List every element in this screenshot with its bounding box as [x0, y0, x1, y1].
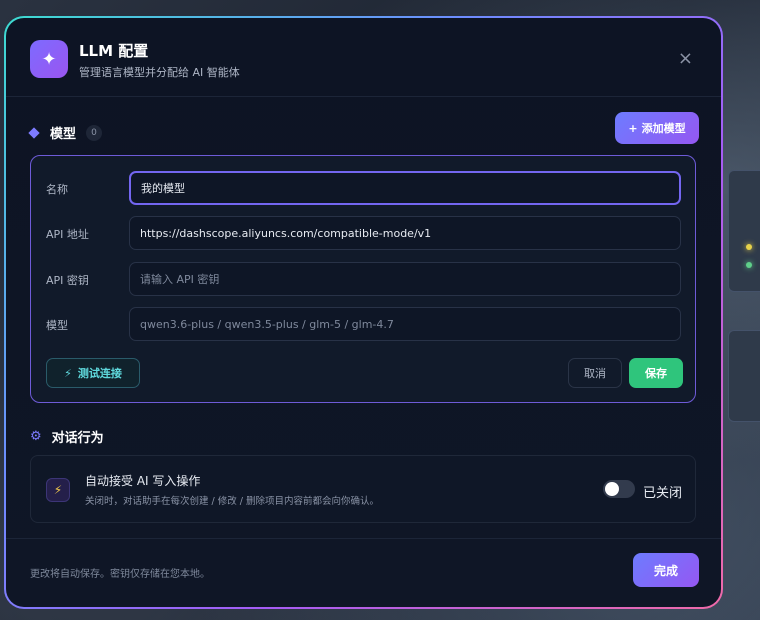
url-label: API 地址	[46, 228, 89, 241]
add-model-button[interactable]: + 添加模型	[615, 112, 699, 144]
auto-accept-description: 关闭时，对话助手在每次创建 / 修改 / 删除项目内容前都会向你确认。	[85, 496, 379, 507]
lightning-icon: ⚡	[64, 366, 72, 380]
dialog-header: ✦ LLM 配置 管理语言模型并分配给 AI 智能体 ×	[6, 18, 721, 97]
background-board	[728, 170, 760, 292]
background-led	[746, 244, 752, 250]
models-section-title: 模型	[50, 127, 77, 142]
llm-config-dialog: ✦ LLM 配置 管理语言模型并分配给 AI 智能体 × 模型 0 + 添加模型…	[6, 18, 721, 607]
auto-accept-setting: ⚡ 自动接受 AI 写入操作 关闭时，对话助手在每次创建 / 修改 / 删除项目…	[30, 455, 696, 523]
diamond-icon	[28, 126, 40, 139]
dialog-subtitle: 管理语言模型并分配给 AI 智能体	[79, 66, 240, 79]
model-row: 模型 qwen3.6-plus / qwen3.5-plus / glm-5 /…	[31, 307, 695, 341]
api-key-input[interactable]: 请输入 API 密钥	[129, 262, 681, 296]
behavior-section-header: ⚙ 对话行为	[30, 427, 104, 446]
dialog-title: LLM 配置	[79, 42, 149, 60]
url-row: API 地址 https://dashscope.aliyuncs.com/co…	[31, 216, 695, 250]
model-input[interactable]: qwen3.6-plus / qwen3.5-plus / glm-5 / gl…	[129, 307, 681, 341]
name-input[interactable]: 我的模型	[129, 171, 681, 205]
test-connection-button[interactable]: ⚡ 测试连接	[46, 358, 140, 388]
toggle-state-label: 已关闭	[643, 486, 683, 501]
autosave-note: 更改将自动保存。密钥仅存储在您本地。	[30, 569, 210, 580]
auto-accept-toggle[interactable]	[603, 480, 635, 498]
test-connection-label: 测试连接	[77, 367, 122, 380]
plus-icon: +	[628, 121, 638, 135]
name-row: 名称 我的模型	[31, 171, 695, 205]
models-count-badge: 0	[86, 124, 103, 141]
toggle-knob	[605, 482, 619, 496]
save-button[interactable]: 保存	[629, 358, 683, 388]
dialog-footer: 更改将自动保存。密钥仅存储在您本地。 完成	[6, 538, 721, 607]
key-row: API 密钥 请输入 API 密钥	[31, 262, 695, 296]
api-url-input[interactable]: https://dashscope.aliyuncs.com/compatibl…	[129, 216, 681, 250]
cancel-button[interactable]: 取消	[568, 358, 622, 388]
name-label: 名称	[46, 183, 68, 196]
model-label: 模型	[46, 319, 68, 332]
close-icon[interactable]: ×	[678, 48, 693, 69]
models-section-header: 模型 0	[28, 123, 103, 142]
key-label: API 密钥	[46, 274, 89, 287]
background-board	[728, 330, 760, 422]
done-button[interactable]: 完成	[633, 553, 699, 587]
auto-accept-title: 自动接受 AI 写入操作	[85, 474, 201, 488]
model-form-card: 名称 我的模型 API 地址 https://dashscope.aliyunc…	[30, 155, 696, 403]
behavior-section-title: 对话行为	[51, 431, 104, 446]
background-led	[746, 262, 752, 268]
lightning-icon: ⚡	[46, 478, 70, 502]
gear-icon: ⚙	[30, 429, 42, 444]
dialog-frame: ✦ LLM 配置 管理语言模型并分配给 AI 智能体 × 模型 0 + 添加模型…	[4, 16, 723, 609]
sparkle-icon: ✦	[30, 40, 68, 78]
add-model-label: 添加模型	[641, 122, 686, 135]
